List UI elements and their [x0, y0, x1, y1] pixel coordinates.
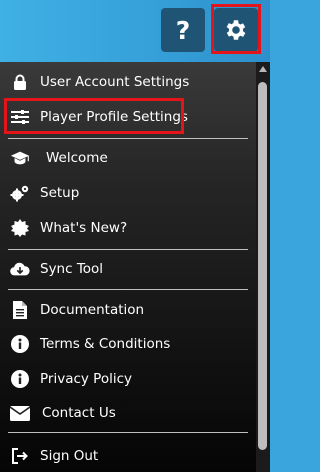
menu-item-label: Sync Tool: [40, 261, 104, 277]
menu-item-setup[interactable]: Setup: [0, 177, 256, 209]
menu-item-label: Welcome: [46, 150, 108, 166]
settings-button[interactable]: [214, 8, 258, 52]
cloud-download-icon: [10, 259, 30, 279]
menu-item-label: Contact Us: [42, 405, 116, 421]
sign-out-icon: [10, 446, 30, 466]
document-icon: [10, 300, 30, 320]
lock-icon: [10, 72, 30, 92]
menu-item-contact-us[interactable]: Contact Us: [0, 397, 256, 429]
scroll-up-arrow-icon[interactable]: [259, 66, 267, 72]
menu-item-label: Privacy Policy: [40, 371, 133, 387]
menu-item-sync-tool[interactable]: Sync Tool: [0, 253, 256, 285]
sliders-icon: [10, 107, 30, 127]
menu-item-label: Sign Out: [40, 448, 99, 464]
top-bar: ?: [0, 0, 270, 62]
menu-item-sign-out[interactable]: Sign Out: [0, 440, 256, 472]
menu-divider: [8, 289, 248, 290]
menu-divider: [8, 249, 248, 250]
info-icon: [10, 334, 30, 354]
menu-item-label: Player Profile Settings: [40, 109, 188, 125]
certificate-icon: [10, 218, 30, 238]
menu-item-label: Terms & Conditions: [40, 336, 171, 352]
scroll-thumb[interactable]: [258, 82, 267, 450]
menu-item-label: Setup: [40, 185, 80, 201]
menu-scrollbar[interactable]: [256, 62, 270, 472]
menu-item-label: User Account Settings: [40, 74, 190, 90]
cogs-icon: [10, 183, 30, 203]
menu-divider: [8, 432, 248, 433]
gear-icon: [226, 20, 246, 40]
menu-item-player-profile-settings[interactable]: Player Profile Settings: [0, 101, 256, 133]
menu-item-privacy-policy[interactable]: Privacy Policy: [0, 363, 256, 395]
menu-item-label: What's New?: [40, 220, 128, 236]
question-mark-icon: ?: [175, 15, 191, 45]
help-button[interactable]: ?: [161, 8, 205, 52]
info-icon: [10, 369, 30, 389]
menu-item-welcome[interactable]: Welcome: [0, 142, 256, 174]
menu-item-whats-new[interactable]: What's New?: [0, 212, 256, 244]
menu-item-documentation[interactable]: Documentation: [0, 294, 256, 326]
menu-item-user-account-settings[interactable]: User Account Settings: [0, 66, 256, 98]
menu-divider: [8, 138, 248, 139]
graduation-cap-icon: [10, 148, 30, 168]
envelope-icon: [10, 403, 30, 423]
menu-item-terms-conditions[interactable]: Terms & Conditions: [0, 328, 256, 360]
menu-item-label: Documentation: [40, 302, 145, 318]
